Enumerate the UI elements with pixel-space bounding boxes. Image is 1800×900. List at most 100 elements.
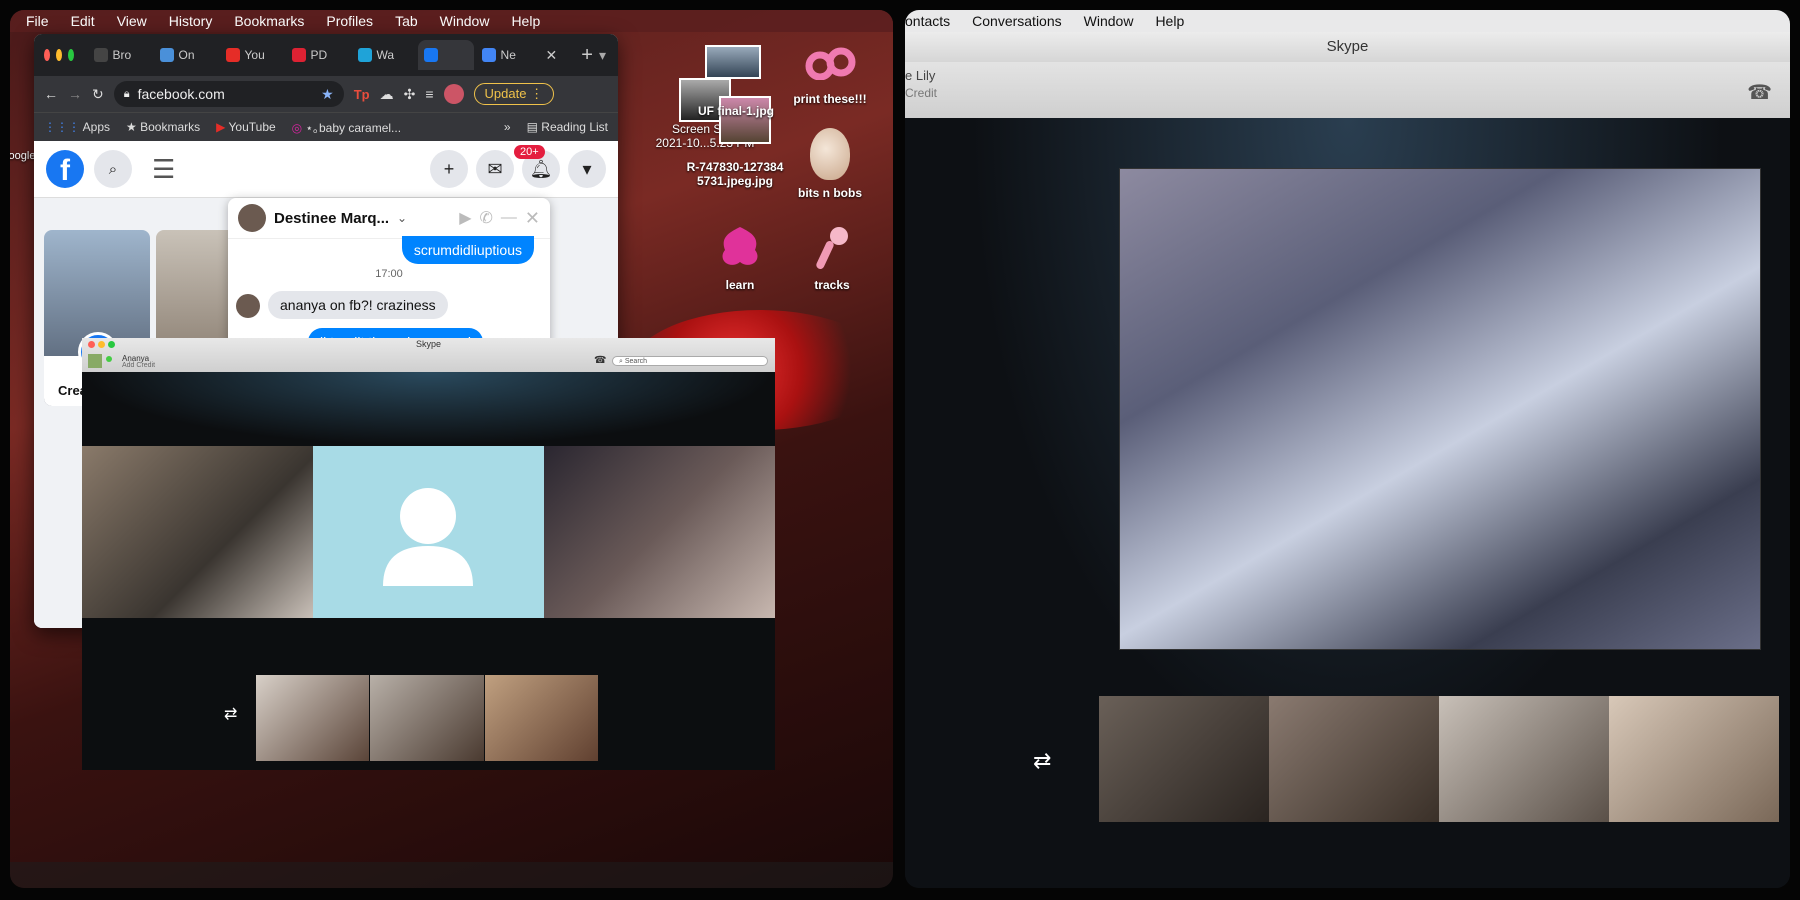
close-window-button[interactable] [44,49,50,61]
swap-arrows-icon[interactable]: ⇄ [224,704,237,724]
menu-item[interactable]: Window [440,13,490,29]
left-screenshot-panel: File Edit View History Bookmarks Profiles Tab W… [10,10,893,888]
back-arrow-icon[interactable]: ← [44,86,58,102]
menu-item[interactable]: Edit [71,13,95,29]
skype-search-input[interactable]: ⌕ Search [612,356,768,366]
menu-item[interactable]: Conversations [972,13,1062,29]
browser-tab[interactable]: Bro [88,40,152,70]
phone-icon[interactable]: ☎ [594,355,606,366]
menu-item[interactable]: Help [511,13,540,29]
video-thumb-4[interactable] [1609,696,1779,822]
phone-icon[interactable]: ✆ [480,208,493,228]
reading-list-icon[interactable]: ≡ [425,86,433,102]
video-feed-participant-3 [544,446,775,618]
video-thumb-3[interactable] [485,675,598,761]
menu-hamburger-icon[interactable]: ☰ [152,154,175,185]
zoom-window-button[interactable] [67,49,74,61]
new-tab-button[interactable]: + [581,44,593,67]
bookmark-youtube[interactable]: ▶ YouTube [216,120,276,134]
desktop-icon-print-these[interactable]: print these!!! [780,46,880,106]
skype-add-credit[interactable]: Add Credit [122,362,155,369]
video-thumb-2[interactable] [1269,696,1439,822]
extensions-puzzle-icon[interactable]: ✣ [404,86,416,103]
desktop-icon-label: print these!!! [793,92,867,106]
reload-icon[interactable]: ↻ [92,86,104,103]
flower-icon [715,222,765,272]
video-thumb-1[interactable] [1099,696,1269,822]
dock [10,862,893,888]
update-button[interactable]: Update ⋮ [473,83,555,105]
mac-menubar: ontacts Conversations Window Help [905,10,1790,32]
video-thumb-3[interactable] [1439,696,1609,822]
reading-list-icon: ▤ [526,120,542,134]
desktop-icon-learn[interactable]: learn [700,222,780,292]
received-message: ananya on fb?! craziness [268,291,448,319]
youtube-icon: ▶ [216,120,229,134]
bookmark-star-icon[interactable]: ★ [321,86,334,103]
bookmark-bookmarks[interactable]: ★ Bookmarks [126,120,200,134]
bookmark-baby-caramel[interactable]: ◎ ⋆｡baby caramel... [292,119,401,136]
skype-user-name[interactable]: e Lily [905,68,935,83]
update-label: Update [484,86,527,101]
video-thumb-2[interactable] [370,675,484,761]
minimize-chat-icon[interactable]: — [501,209,517,227]
tab-favicon-icon [481,48,496,62]
menu-item[interactable]: Profiles [326,13,373,29]
video-call-icon[interactable]: ▶ [459,208,471,228]
menu-item[interactable]: Window [1084,13,1134,29]
tab-search-icon[interactable]: ▾ [599,47,606,64]
profile-avatar[interactable] [443,84,464,104]
desktop-icon-bits-n-bobs[interactable]: bits n bobs [780,128,880,200]
swap-arrows-icon[interactable]: ⇄ [1033,748,1051,774]
bookmarks-overflow-button[interactable]: » [504,120,511,134]
menu-item[interactable]: File [26,13,49,29]
chat-contact-name[interactable]: Destinee Marq... [274,210,389,227]
menu-item[interactable]: View [117,13,147,29]
desktop-icon-google[interactable]: oogle [10,150,35,162]
close-chat-icon[interactable]: ✕ [525,208,540,229]
menu-item[interactable]: Help [1155,13,1184,29]
browser-tab[interactable]: Wa [352,40,416,70]
desktop-icon-uf-final[interactable] [688,45,778,79]
phone-icon[interactable]: ☎ [1747,80,1772,105]
menu-item[interactable]: ontacts [905,13,950,29]
video-feed-placeholder [313,446,544,618]
account-dropdown-icon[interactable]: ▾ [568,150,606,188]
desktop-icon-uf-label: UF final-1.jpg [686,104,786,118]
browser-tab[interactable]: On [154,40,218,70]
menu-item[interactable]: History [169,13,213,29]
video-thumb-1[interactable] [256,675,369,761]
extension-tp-icon[interactable]: Tp [354,87,370,102]
browser-tab[interactable]: PD [286,40,350,70]
bookmark-label: ⋆｡baby caramel... [305,120,402,135]
browser-tab[interactable] [417,40,474,70]
skype-add-credit[interactable]: Credit [905,86,937,100]
bookmark-apps[interactable]: ⋮⋮⋮ Apps [44,120,110,134]
chrome-tab-strip: Bro On You PD Wa Ne ✕ + ▾ [34,34,618,76]
facebook-logo-icon[interactable]: f [46,150,84,188]
reading-list-button[interactable]: ▤ Reading List [527,120,608,134]
close-tab-icon[interactable]: ✕ [546,47,558,64]
menu-item[interactable]: Tab [395,13,418,29]
minimize-window-button[interactable] [55,49,62,61]
extension-cloud-icon[interactable]: ☁ [380,86,394,103]
forward-arrow-icon[interactable]: → [68,86,82,102]
tab-favicon-icon [159,48,174,62]
skype-user-header: e Lily Credit ☎ [905,62,1790,118]
address-bar[interactable]: 🔒︎ facebook.com ★ [113,81,344,107]
bookmark-label: Bookmarks [140,120,201,134]
desktop-icon-label: R-747830-127384 5731.jpeg.jpg [686,160,784,188]
desktop-icon-label: learn [725,278,755,292]
desktop-icon-label: bits n bobs [798,186,862,200]
messenger-icon[interactable]: ✉ [476,150,514,188]
browser-tab[interactable]: You [220,40,284,70]
menu-item[interactable]: Bookmarks [234,13,304,29]
create-plus-icon[interactable]: + [430,150,468,188]
tab-favicon-icon [357,48,372,62]
browser-tab[interactable]: Ne [476,40,540,70]
desktop-icon-tracks[interactable]: tracks [792,222,872,292]
sent-message: scrumdidliuptious [401,236,534,264]
search-icon[interactable]: ⌕ [94,150,132,188]
chevron-down-icon[interactable]: ⌄ [397,211,407,225]
mac-menubar: File Edit View History Bookmarks Profiles Tab W… [10,10,893,32]
